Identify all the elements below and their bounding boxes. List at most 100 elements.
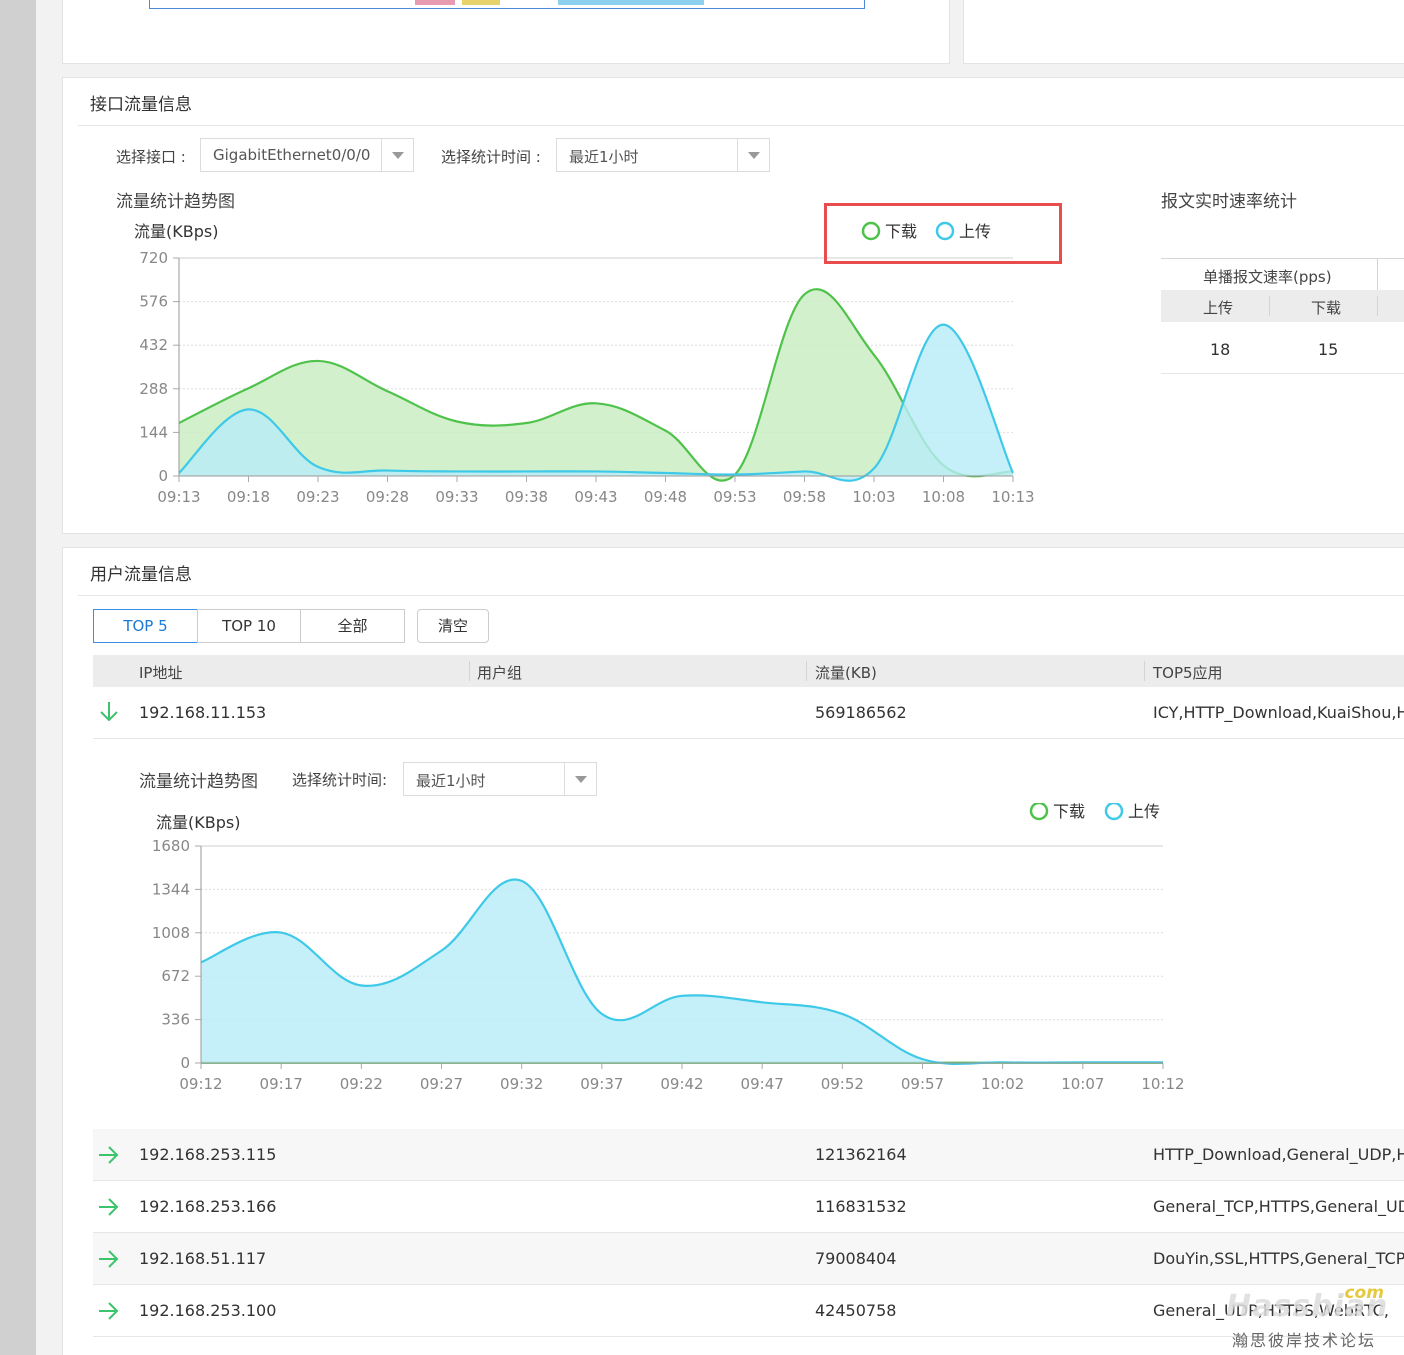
legend-label[interactable]: 下载 <box>1053 803 1085 821</box>
table-header: IP地址 用户组 流量(KB) TOP5应用 <box>93 655 1404 687</box>
divider <box>78 595 1404 596</box>
y-tick-label: 1008 <box>152 924 190 942</box>
x-tick-label: 09:52 <box>821 1075 864 1093</box>
time-select-value: 最近1小时 <box>569 148 639 166</box>
row-ip: 192.168.253.166 <box>139 1197 277 1216</box>
legend-label[interactable]: 上传 <box>1128 803 1160 821</box>
y-tick-label: 1680 <box>152 837 190 855</box>
expand-arrow-right-icon[interactable] <box>98 1145 120 1165</box>
user-traffic-panel: 用户流量信息 TOP 5 TOP 10 全部 清空 IP地址 用户组 流量(KB… <box>62 547 1404 1355</box>
interface-select-value: GigabitEthernet0/0/0 <box>213 146 371 164</box>
x-tick-label: 09:33 <box>435 488 478 506</box>
col-upload: 上传 <box>1203 299 1234 317</box>
row-traffic: 79008404 <box>815 1249 897 1268</box>
legend-ring-icon[interactable] <box>1029 803 1049 821</box>
chevron-down-icon[interactable] <box>564 763 596 795</box>
table-row[interactable]: 192.168.253.166 116831532 General_TCP,HTTP… <box>93 1181 1404 1233</box>
x-tick-label: 09:37 <box>580 1075 623 1093</box>
x-tick-label: 09:22 <box>340 1075 383 1093</box>
upload-rate-value: 18 <box>1210 340 1231 359</box>
divider <box>1144 661 1145 681</box>
row-ip: 192.168.11.153 <box>139 703 267 722</box>
expand-arrow-down-icon[interactable] <box>99 701 119 723</box>
row-apps: General_TCP,HTTPS,General_UDP, <box>1153 1197 1404 1216</box>
divider <box>1269 296 1270 316</box>
y-tick-label: 672 <box>161 967 190 985</box>
y-tick-label: 432 <box>139 336 168 354</box>
x-tick-label: 09:17 <box>260 1075 303 1093</box>
col-traffic: 流量(KB) <box>815 664 877 682</box>
chevron-down-icon[interactable] <box>381 139 413 171</box>
x-tick-label: 09:43 <box>574 488 617 506</box>
divider <box>1161 373 1404 374</box>
time-select-label: 选择统计时间 : <box>441 148 541 166</box>
user-traffic-title: 用户流量信息 <box>90 565 192 585</box>
user-traffic-chart: 0 336 672 1008 1344 1680 09:12 09:17 09:22 09:27 0… <box>152 803 1185 1093</box>
chevron-down-icon[interactable] <box>737 139 769 171</box>
tab-all[interactable]: 全部 <box>300 609 405 643</box>
detail-time-label: 选择统计时间: <box>292 771 388 789</box>
x-tick-label: 10:03 <box>852 488 895 506</box>
table-row[interactable]: 192.168.253.115 121362164 HTTP_Download,Ge… <box>93 1129 1404 1181</box>
y-tick-label: 0 <box>180 1054 190 1072</box>
row-apps: General_UDP,HTTPS,WebRTC, <box>1153 1301 1389 1320</box>
table-row[interactable]: 192.168.51.117 79008404 DouYin,SSL,HTTPS,G… <box>93 1233 1404 1285</box>
tab-top5[interactable]: TOP 5 <box>93 609 198 643</box>
col-apps: TOP5应用 <box>1153 664 1223 682</box>
legend-ring-icon[interactable] <box>1104 803 1124 821</box>
y-tick-label: 1344 <box>152 880 190 898</box>
x-tick-label: 09:28 <box>366 488 409 506</box>
divider <box>806 661 807 681</box>
y-tick-label: 144 <box>139 423 168 441</box>
row-traffic: 116831532 <box>815 1197 907 1216</box>
left-sidebar-strip <box>0 0 36 1355</box>
detail-time-select[interactable]: 最近1小时 <box>403 762 597 796</box>
x-tick-label: 09:32 <box>500 1075 543 1093</box>
side-panel <box>963 0 1404 64</box>
x-tick-label: 09:12 <box>179 1075 222 1093</box>
download-rate-value: 15 <box>1318 340 1339 359</box>
expand-arrow-right-icon[interactable] <box>98 1197 120 1217</box>
expand-arrow-right-icon[interactable] <box>98 1301 120 1321</box>
x-tick-label: 09:53 <box>713 488 756 506</box>
row-traffic: 42450758 <box>815 1301 897 1320</box>
col-ip: IP地址 <box>139 664 183 682</box>
clear-button[interactable]: 清空 <box>417 609 489 643</box>
y-tick-label: 288 <box>139 380 168 398</box>
row-ip: 192.168.253.100 <box>139 1301 277 1320</box>
row-traffic: 569186562 <box>815 703 907 722</box>
x-tick-label: 10:08 <box>922 488 965 506</box>
divider <box>78 125 1404 126</box>
y-tick-label: 336 <box>161 1011 190 1029</box>
row-ip: 192.168.51.117 <box>139 1249 267 1268</box>
tab-top10[interactable]: TOP 10 <box>197 609 301 643</box>
x-tick-label: 09:18 <box>227 488 270 506</box>
detail-time-select-value: 最近1小时 <box>416 772 486 790</box>
row-apps: HTTP_Download,General_UDP,HTT <box>1153 1145 1404 1164</box>
row-traffic: 121362164 <box>815 1145 907 1164</box>
port-label-console <box>415 0 455 5</box>
interface-select-label: 选择接口 : <box>116 148 186 166</box>
table-row-expanded[interactable]: 192.168.11.153 569186562 ICY,HTTP_Downlo… <box>93 687 1404 739</box>
device-panel-image <box>149 0 865 9</box>
x-tick-label: 09:47 <box>741 1075 784 1093</box>
x-tick-label: 09:48 <box>644 488 687 506</box>
table-row[interactable]: 192.168.253.100 42450758 General_UDP,HTTPS… <box>93 1285 1404 1337</box>
interface-traffic-panel: 接口流量信息 选择接口 : GigabitEthernet0/0/0 选择统计时… <box>62 77 1404 534</box>
detail-chart-title: 流量统计趋势图 <box>139 772 258 792</box>
port-group <box>558 0 704 5</box>
interface-select[interactable]: GigabitEthernet0/0/0 <box>200 138 414 172</box>
time-select[interactable]: 最近1小时 <box>556 138 770 172</box>
x-tick-label: 09:57 <box>901 1075 944 1093</box>
divider <box>1161 258 1404 259</box>
expand-arrow-right-icon[interactable] <box>98 1249 120 1269</box>
col-group: 用户组 <box>477 664 523 682</box>
legend-highlight-box <box>824 203 1062 264</box>
divider <box>469 661 470 681</box>
y-tick-label: 0 <box>158 467 168 485</box>
y-tick-label: 720 <box>139 249 168 267</box>
x-tick-label: 10:02 <box>981 1075 1024 1093</box>
packet-rate-title: 报文实时速率统计 <box>1161 192 1297 212</box>
packet-rate-header: 单播报文速率(pps) <box>1203 268 1332 286</box>
x-tick-label: 10:13 <box>991 488 1034 506</box>
